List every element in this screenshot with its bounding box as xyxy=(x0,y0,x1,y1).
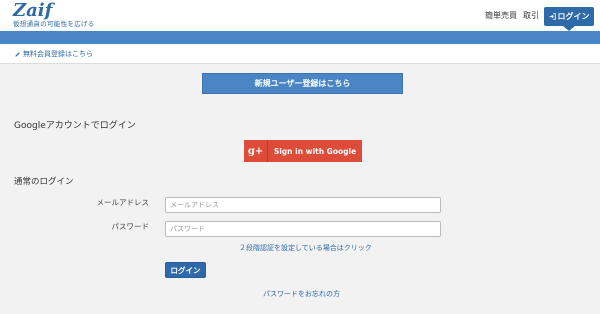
nav-quick-trade[interactable]: 簡単売買 xyxy=(485,11,517,21)
google-signin-label: Sign in with Google xyxy=(273,146,357,156)
google-login-heading: Googleアカウントでログイン xyxy=(14,121,136,131)
sign-in-icon xyxy=(549,13,556,20)
email-label: メールアドレス xyxy=(96,198,150,207)
header-login-label: ログイン xyxy=(557,12,590,21)
password-label: パスワード xyxy=(111,222,150,231)
google-signin-button[interactable]: g+ Sign in with Google xyxy=(244,140,362,162)
nav-trade[interactable]: 取引 xyxy=(523,11,539,21)
email-field[interactable] xyxy=(165,197,441,213)
signup-free-label: 無料会員登録はこちら xyxy=(23,50,93,58)
register-button[interactable]: 新規ユーザー登録はこちら xyxy=(202,73,403,94)
login-submit-button[interactable]: ログイン xyxy=(165,262,206,278)
forgot-password-link[interactable]: パスワードをお忘れの方 xyxy=(263,290,340,299)
header-login-button[interactable]: ログイン xyxy=(544,7,594,26)
normal-login-heading: 通常のログイン xyxy=(14,177,74,187)
header-band xyxy=(0,31,600,44)
logo[interactable]: Zaif xyxy=(13,1,52,21)
two-factor-link[interactable]: ２段階認証を設定している場合はクリック xyxy=(239,244,372,253)
active-caret xyxy=(563,26,575,31)
subnav-bar: 無料会員登録はこちら xyxy=(0,44,600,64)
password-field[interactable] xyxy=(165,221,441,237)
signup-free-link[interactable]: 無料会員登録はこちら xyxy=(14,49,93,59)
top-header: Zaif 仮想通貨の可能性を広げる 簡単売買 取引 ログイン xyxy=(0,0,600,31)
google-plus-icon: g+ xyxy=(244,140,268,162)
pencil-icon xyxy=(15,51,20,57)
logo-tagline: 仮想通貨の可能性を広げる xyxy=(13,20,95,28)
